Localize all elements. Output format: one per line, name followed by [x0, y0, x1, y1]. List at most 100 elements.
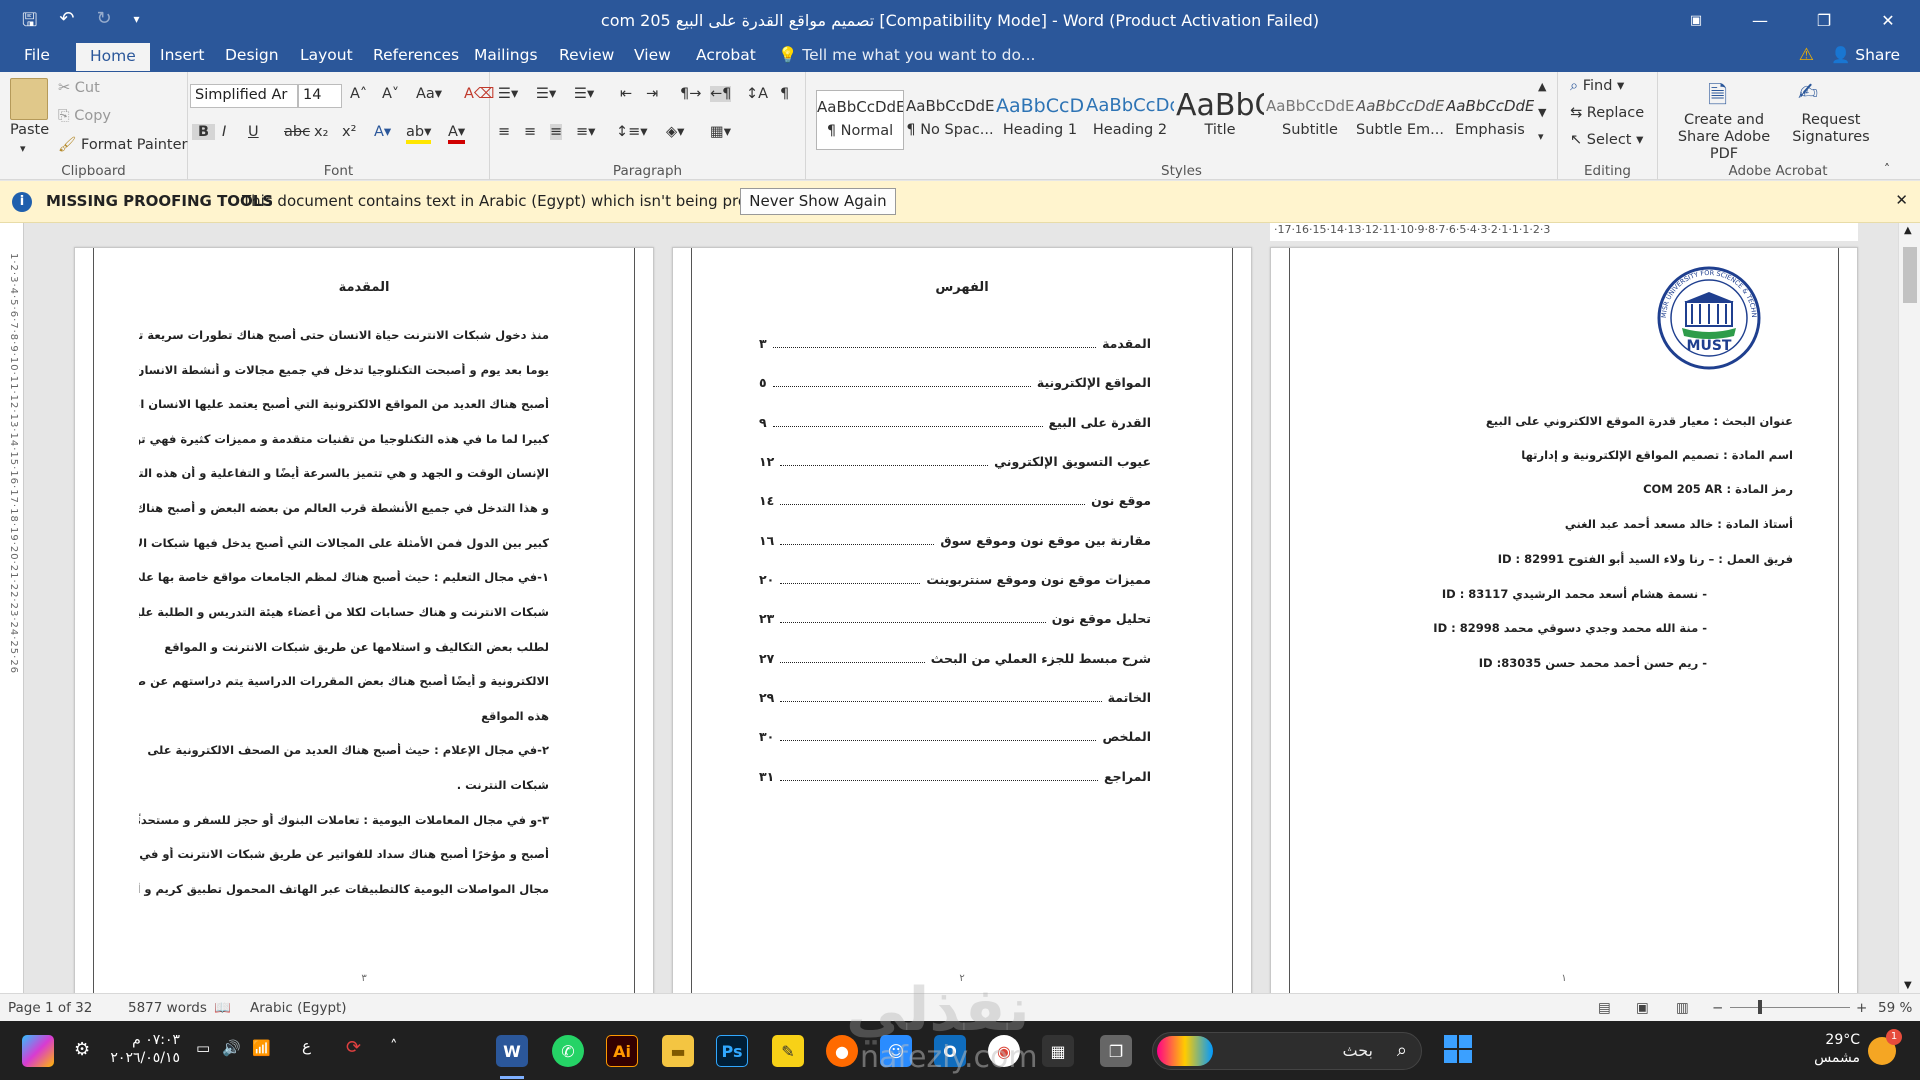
justify-icon[interactable]: ≡▾: [576, 124, 595, 140]
style-emphasis[interactable]: AaBbCcDdEe Emphasis: [1446, 90, 1534, 150]
wifi-icon[interactable]: 📶: [252, 1039, 271, 1057]
settings-icon[interactable]: ⚙: [74, 1039, 90, 1060]
align-left-icon[interactable]: ≡: [498, 124, 510, 140]
rtl-icon[interactable]: ←¶: [710, 86, 732, 102]
cut-button[interactable]: ✂ Cut: [58, 80, 100, 96]
shading-icon[interactable]: ◈▾: [666, 124, 684, 140]
copy-button[interactable]: ⎘ Copy: [58, 108, 111, 124]
notification-badge[interactable]: 1: [1886, 1029, 1902, 1045]
font-color-icon[interactable]: A▾: [448, 124, 466, 144]
replace-button[interactable]: ⇆ Replace: [1570, 105, 1644, 121]
tab-acrobat[interactable]: Acrobat: [696, 46, 756, 64]
borders-icon[interactable]: ▦▾: [710, 124, 731, 140]
style-subtitle[interactable]: AaBbCcDdEe Subtitle: [1266, 90, 1354, 150]
store-icon[interactable]: ▦: [1042, 1035, 1074, 1067]
toc-row[interactable]: شرح مبسط للجزء العملي من البحث ٢٧: [759, 651, 1151, 666]
file-explorer-icon[interactable]: ▬: [662, 1035, 694, 1067]
toc-row[interactable]: الخاتمة ٢٩: [759, 690, 1151, 705]
toc-row[interactable]: القدرة على البيع ٩: [759, 415, 1151, 430]
taskbar-search[interactable]: بحث ⌕: [1152, 1032, 1422, 1070]
select-button[interactable]: ↖ Select ▾: [1570, 132, 1643, 148]
zoom-out-icon[interactable]: −: [1712, 1000, 1723, 1016]
page-intro[interactable]: المقدمة منذ دخول شبكات الانترنت حياة الا…: [74, 247, 654, 993]
scroll-up-icon[interactable]: ▲: [1904, 225, 1912, 236]
close-button[interactable]: ✕: [1856, 0, 1920, 40]
toc-row[interactable]: المقدمة ٣: [759, 336, 1151, 351]
battery-icon[interactable]: ▭: [196, 1039, 210, 1057]
language-indicator[interactable]: Arabic (Egypt): [250, 1000, 347, 1016]
decrease-indent-icon[interactable]: ⇤: [620, 86, 632, 102]
photoshop-icon[interactable]: Ps: [716, 1035, 748, 1067]
tab-layout[interactable]: Layout: [300, 46, 353, 64]
font-name-box[interactable]: Simplified Ar: [190, 84, 298, 108]
minimize-button[interactable]: —: [1728, 0, 1792, 40]
zoom-in-icon[interactable]: +: [1856, 1000, 1867, 1016]
text-effects-icon[interactable]: A▾: [374, 124, 391, 140]
create-pdf-button[interactable]: Create and Share Adobe PDF: [1662, 112, 1786, 163]
line-spacing-icon[interactable]: ↕≡▾: [616, 124, 648, 140]
tab-file[interactable]: File: [24, 46, 50, 64]
restore-button[interactable]: ❐: [1792, 0, 1856, 40]
page-toc[interactable]: الفهرس المقدمة ٣ المواقع الإلكترونية ٥ الق…: [672, 247, 1252, 993]
underline-button[interactable]: U: [248, 124, 259, 140]
zoom-slider-thumb[interactable]: [1758, 1000, 1762, 1014]
tab-mailings[interactable]: Mailings: [474, 46, 538, 64]
web-layout-icon[interactable]: ▥: [1676, 1000, 1689, 1016]
style-subtle-emphasis[interactable]: AaBbCcDdEe Subtle Em...: [1356, 90, 1444, 150]
font-size-box[interactable]: 14: [298, 84, 342, 108]
input-language[interactable]: ع: [302, 1037, 311, 1055]
proofing-icon[interactable]: 📖: [214, 1000, 231, 1016]
close-message-icon[interactable]: ✕: [1895, 191, 1908, 209]
styles-scroll-down-icon[interactable]: ▼: [1538, 106, 1546, 119]
vertical-scrollbar[interactable]: ▲ ▼: [1898, 223, 1920, 993]
ribbon-display-options-icon[interactable]: ▣: [1664, 0, 1728, 40]
clock[interactable]: ٠٧:٠٣ م ٢٠٢٦/٠٥/١٥: [100, 1031, 180, 1067]
start-button[interactable]: [1444, 1035, 1472, 1063]
ltr-icon[interactable]: ¶→: [680, 86, 701, 102]
weather[interactable]: 29°C مشمس: [1800, 1031, 1860, 1067]
strikethrough-button[interactable]: abc: [284, 124, 310, 140]
collapse-ribbon-icon[interactable]: ˄: [1884, 162, 1890, 176]
task-view-icon[interactable]: ❐: [1100, 1035, 1132, 1067]
toc-row[interactable]: المواقع الإلكترونية ٥: [759, 375, 1151, 390]
document-area[interactable]: 1·2·3·4·5·6·7·8·9·10·11·12·13·14·15·16·1…: [0, 223, 1920, 993]
style-normal[interactable]: AaBbCcDdEe ¶ Normal: [816, 90, 904, 150]
style-no-spacing[interactable]: AaBbCcDdEe ¶ No Spac...: [906, 90, 994, 150]
subscript-button[interactable]: x₂: [314, 124, 328, 140]
word-count[interactable]: 5877 words: [128, 1000, 207, 1016]
styles-more-icon[interactable]: ▾: [1538, 130, 1544, 143]
page-count[interactable]: Page 1 of 32: [8, 1000, 92, 1016]
multilevel-list-icon[interactable]: ☰▾: [574, 86, 594, 102]
page-cover[interactable]: MUST MISR UNIVERSITY FOR SCIENCE & TECHN…: [1270, 247, 1858, 993]
volume-icon[interactable]: 🔊: [222, 1039, 241, 1057]
grow-font-icon[interactable]: A˄: [350, 86, 367, 102]
show-hidden-icons[interactable]: ˄: [390, 1037, 398, 1055]
scrollbar-thumb[interactable]: [1903, 247, 1917, 303]
align-right-icon[interactable]: ≡: [550, 124, 563, 140]
find-button[interactable]: ⌕ Find ▾: [1570, 78, 1624, 94]
tab-references[interactable]: References: [373, 46, 459, 64]
toc-row[interactable]: الملخص ٣٠: [759, 729, 1151, 744]
print-layout-icon[interactable]: ▣: [1636, 1000, 1649, 1016]
zoom-level[interactable]: 59 %: [1878, 1000, 1912, 1016]
request-signatures-button[interactable]: Request Signatures: [1786, 112, 1876, 146]
styles-scroll-up-icon[interactable]: ▲: [1538, 80, 1546, 93]
style-heading-2[interactable]: AaBbCcDdEe Heading 2: [1086, 90, 1174, 150]
numbering-icon[interactable]: ☰▾: [536, 86, 556, 102]
style-heading-1[interactable]: AaBbCcDdEe Heading 1: [996, 90, 1084, 150]
italic-button[interactable]: I: [222, 124, 226, 140]
zoom-slider[interactable]: [1730, 1007, 1850, 1008]
read-mode-icon[interactable]: ▤: [1598, 1000, 1611, 1016]
align-center-icon[interactable]: ≡: [524, 124, 536, 140]
tab-home[interactable]: Home: [76, 43, 150, 71]
warning-icon[interactable]: ⚠: [1799, 45, 1814, 65]
illustrator-icon[interactable]: Ai: [606, 1035, 638, 1067]
shrink-font-icon[interactable]: A˅: [382, 86, 399, 102]
copilot-icon[interactable]: [22, 1035, 54, 1067]
format-painter-button[interactable]: 🖌 Format Painter: [58, 136, 188, 153]
paste-button[interactable]: Paste: [10, 122, 49, 138]
bullets-icon[interactable]: ☰▾: [498, 86, 518, 102]
toc-row[interactable]: تحليل موقع نون ٢٣: [759, 611, 1151, 626]
toc-row[interactable]: عيوب التسويق الإلكتروني ١٢: [759, 454, 1151, 469]
superscript-button[interactable]: x²: [342, 124, 356, 140]
